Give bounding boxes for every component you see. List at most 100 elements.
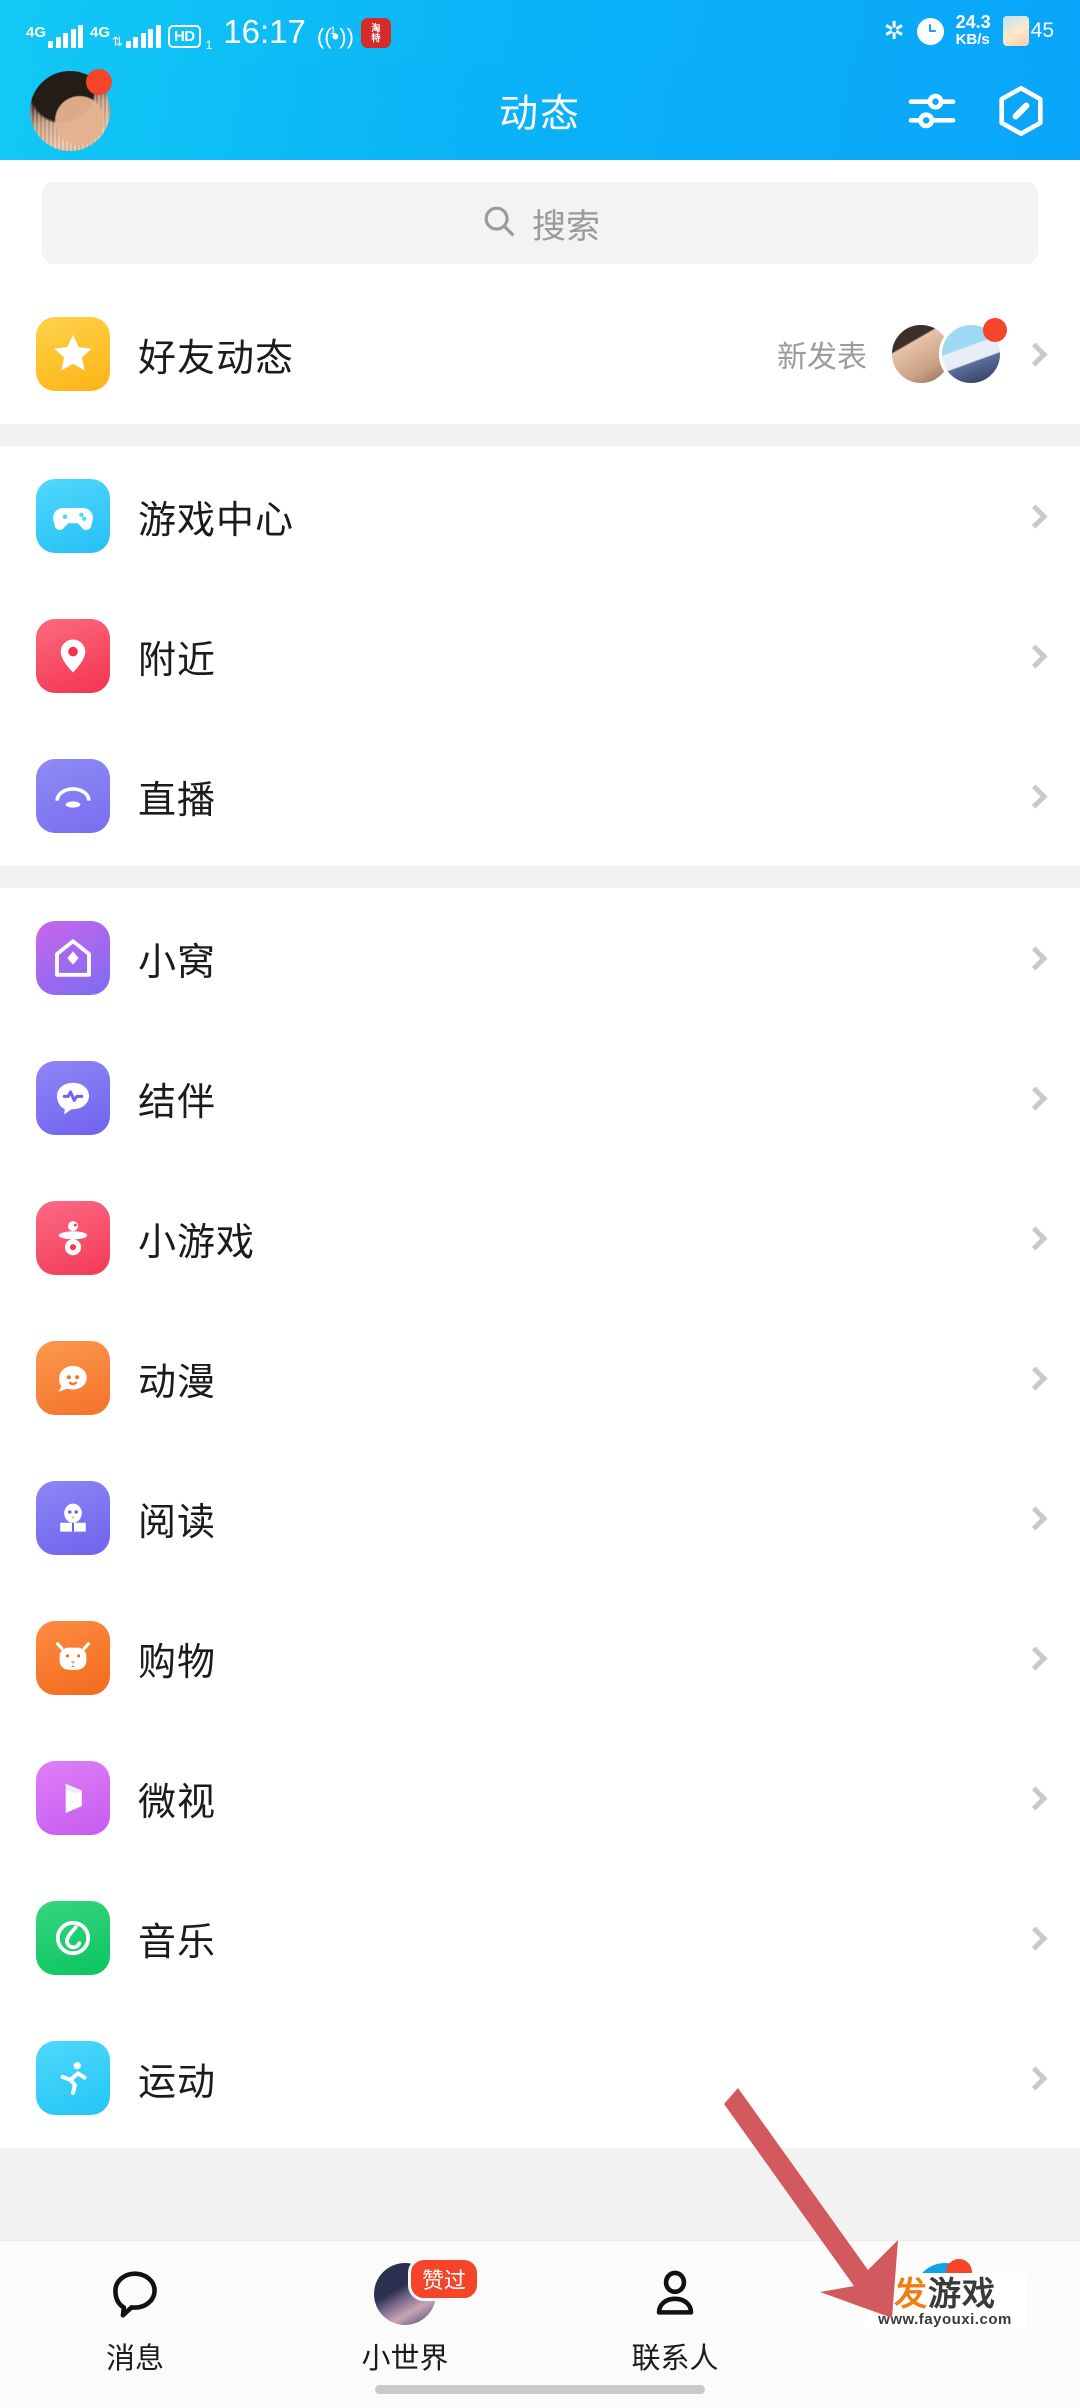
battery-icon <box>1002 16 1029 46</box>
search-input[interactable]: 搜索 <box>42 182 1038 264</box>
friend-unread-dot <box>983 318 1007 342</box>
avatar-unread-dot <box>86 69 112 95</box>
list-item-accessory <box>1021 945 1048 971</box>
list-item-reading[interactable]: 阅读 <box>0 1448 1080 1588</box>
chevron-right-icon <box>1023 341 1048 367</box>
chevron-right-icon <box>1023 503 1048 529</box>
list-item-friend-moments[interactable]: 好友动态 新发表 <box>0 284 1080 424</box>
tab-label: 消息 <box>105 2343 164 2375</box>
app-badge-top-char: 淘 <box>371 22 381 33</box>
list-item-accessory <box>1021 1365 1048 1391</box>
hotspot-icon: ((•)) 1 <box>317 25 354 48</box>
tab-dynamic[interactable]: 发游戏 www.fayouxi.com <box>810 2259 1080 2335</box>
search-section: 搜索 <box>0 160 1080 284</box>
list-item-label: 小窝 <box>138 941 217 984</box>
chevron-right-icon <box>1023 1365 1048 1391</box>
friend-avatars[interactable] <box>889 318 1007 386</box>
list-item-accessory <box>1021 2065 1048 2091</box>
list-item-accessory <box>1021 1505 1048 1531</box>
list-item-music[interactable]: 音乐 <box>0 1868 1080 2008</box>
list-item-label: 结伴 <box>138 1081 217 1124</box>
chevron-right-icon <box>1023 1645 1048 1671</box>
location-pin-icon <box>36 619 110 693</box>
battery-indicator: 45 <box>1002 16 1054 46</box>
reading-penguin-icon <box>36 1481 110 1555</box>
list-item-accessory <box>1021 503 1048 529</box>
list-item-accessory <box>1021 783 1048 809</box>
chevron-right-icon <box>1023 1925 1048 1951</box>
list-item-accessory <box>1021 643 1048 669</box>
status-bar-left: 4G 4G ⇅ HD 1 16:17 ((•)) 1 淘 特 <box>26 12 884 52</box>
list-item-anime[interactable]: 动漫 <box>0 1308 1080 1448</box>
list-item-mini-game[interactable]: 小游戏 <box>0 1168 1080 1308</box>
list-item-label: 微视 <box>138 1781 217 1824</box>
anime-icon <box>36 1341 110 1415</box>
list-item-home[interactable]: 小窝 <box>0 888 1080 1028</box>
status-bar: 4G 4G ⇅ HD 1 16:17 ((•)) 1 淘 特 ✲ 24.3 KB/… <box>0 0 1080 62</box>
tab-small-world[interactable]: 赞过 小世界 <box>270 2257 540 2377</box>
sim2-signal-bars <box>125 24 161 48</box>
qzone-star-icon <box>36 317 110 391</box>
watermark-brand-rest: 游戏 <box>927 2275 996 2312</box>
list-item-live[interactable]: 直播 <box>0 726 1080 866</box>
sim2-signal: 4G ⇅ <box>90 24 161 49</box>
list-item-label: 附近 <box>138 639 217 682</box>
section-divider <box>0 866 1080 888</box>
sim1-signal: 4G <box>26 24 84 48</box>
section-divider <box>0 424 1080 446</box>
home-indicator[interactable] <box>375 2385 705 2394</box>
data-transfer-icon: ⇅ <box>112 33 123 49</box>
list-item-weishi[interactable]: 微视 <box>0 1728 1080 1868</box>
list-item-label: 小游戏 <box>138 1221 256 1264</box>
list-item-accessory <box>1021 1225 1048 1251</box>
status-bar-clock: 16:17 <box>223 12 306 50</box>
network-speed: 24.3 KB/s <box>956 13 991 48</box>
hd-voice-icon: HD <box>167 24 201 48</box>
hexagon-pen-icon[interactable] <box>992 82 1050 140</box>
watermark-url: www.fayouxi.com <box>878 2311 1012 2328</box>
tab-messages[interactable]: 消息 <box>0 2263 270 2377</box>
gamepad-icon <box>36 479 110 553</box>
live-stream-icon <box>36 759 110 833</box>
list-item-game-center[interactable]: 游戏中心 <box>0 446 1080 586</box>
contacts-person-icon <box>646 2263 704 2325</box>
tab-contacts[interactable]: 联系人 <box>540 2263 810 2377</box>
battery-level: 45 <box>1030 19 1054 42</box>
search-placeholder: 搜索 <box>532 207 600 246</box>
search-icon <box>480 202 518 245</box>
list-item-label: 好友动态 <box>138 337 295 380</box>
watermark-brand: 发游戏 <box>894 2277 996 2310</box>
list-item-sport[interactable]: 运动 <box>0 2008 1080 2148</box>
new-post-label: 新发表 <box>777 341 867 374</box>
header-actions <box>904 82 1050 140</box>
chevron-right-icon <box>1023 1505 1048 1531</box>
chevron-right-icon <box>1023 1225 1048 1251</box>
list-item-label: 阅读 <box>138 1501 217 1544</box>
chat-bubble-icon <box>106 2263 164 2325</box>
list-item-nearby[interactable]: 附近 <box>0 586 1080 726</box>
tab-label: 小世界 <box>361 2343 449 2375</box>
sliders-icon[interactable] <box>904 83 960 139</box>
bottom-tab-bar: 消息 赞过 小世界 联系人 发游戏 www.fayouxi.com <box>0 2240 1080 2408</box>
chevron-right-icon <box>1023 2065 1048 2091</box>
bluetooth-icon: ✲ <box>883 16 905 45</box>
list-item-accessory: 新发表 <box>777 318 1048 386</box>
list-item-label: 动漫 <box>138 1361 217 1404</box>
avatar[interactable] <box>30 69 112 151</box>
world-avatar-icon: 赞过 <box>374 2257 481 2325</box>
companion-chat-icon <box>36 1061 110 1135</box>
tab-label: 联系人 <box>631 2343 719 2375</box>
house-icon <box>36 921 110 995</box>
chevron-right-icon <box>1023 1085 1048 1111</box>
list-item-label: 运动 <box>138 2061 217 2104</box>
list-item-companion[interactable]: 结伴 <box>0 1028 1080 1168</box>
list-item-accessory <box>1021 1785 1048 1811</box>
watermark-brand-first: 发 <box>893 2275 928 2312</box>
music-note-icon <box>36 1901 110 1975</box>
app-header: 动态 <box>0 62 1080 160</box>
chevron-right-icon <box>1023 643 1048 669</box>
site-watermark: 发游戏 www.fayouxi.com <box>864 2273 1026 2329</box>
list-item-shopping[interactable]: 购物 <box>0 1588 1080 1728</box>
sport-runner-icon <box>36 2041 110 2115</box>
list-item-label: 购物 <box>138 1641 217 1684</box>
